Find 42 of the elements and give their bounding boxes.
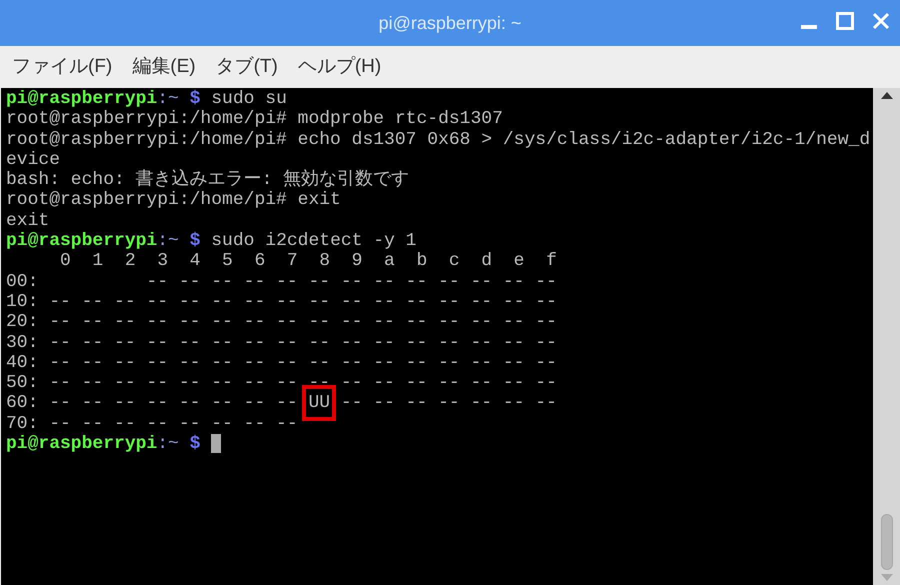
- menu-item[interactable]: ファイル(F): [12, 52, 112, 82]
- prompt-text: $: [188, 231, 200, 252]
- terminal-text: 60: -- -- -- -- -- -- -- --: [6, 393, 299, 414]
- menu-item[interactable]: 編集(E): [132, 52, 196, 82]
- text-cursor: [211, 434, 222, 454]
- menu-item[interactable]: タブ(T): [216, 52, 278, 82]
- scrollbar-thumb[interactable]: [880, 514, 892, 570]
- window-title: pi@raspberrypi: ~: [378, 12, 522, 35]
- terminal-text: 70: -- -- -- -- -- -- -- --: [6, 414, 298, 434]
- terminal-text: 0 1 2 3 4 5 6 7 8 9 a b c d e f: [59, 251, 557, 272]
- terminal-text: bash: echo: 書き込みエラー: 無効な引数です: [6, 170, 410, 190]
- terminal-text: root@raspberrypi:/home/pi# echo ds1307 0x68 > /sys/class/i2c-adapter/i2c-1/new_d: [6, 130, 870, 150]
- terminal-text: 10: -- -- -- -- -- -- -- -- -- -- -- -- -- -- -- --: [6, 292, 557, 312]
- maximize-button[interactable]: [834, 10, 856, 32]
- scroll-up-icon: [880, 91, 892, 99]
- terminal-text: sudo i2cdetect -y 1: [210, 231, 416, 252]
- terminal-text: 50: -- -- -- -- -- -- -- -- -- -- -- -- -- -- -- --: [6, 373, 557, 394]
- prompt-text: :~: [157, 89, 179, 109]
- prompt-text: :~: [157, 434, 179, 454]
- terminal-text: sudo su: [210, 89, 287, 109]
- prompt-text: $: [188, 89, 200, 109]
- terminal-text: evice: [6, 150, 60, 170]
- terminal-text: root@raspberrypi:/home/pi# exit: [6, 190, 341, 210]
- prompt-text: $: [188, 434, 202, 454]
- terminal-text: 00: -- -- -- -- -- -- -- -- -- -- -- -- --: [6, 272, 557, 292]
- prompt-text: pi@raspberrypi: [6, 89, 158, 109]
- close-icon: [872, 12, 890, 30]
- terminal-text: 40: -- -- -- -- -- -- -- -- -- -- -- -- -- -- -- --: [6, 352, 557, 373]
- minimize-icon: [801, 25, 817, 29]
- close-button[interactable]: [870, 10, 892, 32]
- scroll-down-icon: [880, 574, 892, 582]
- scrollbar[interactable]: [873, 88, 900, 585]
- menu-item[interactable]: ヘルプ(H): [298, 52, 382, 82]
- prompt-text: pi@raspberrypi: [6, 434, 158, 454]
- maximize-icon: [836, 12, 854, 30]
- terminal-text: 20: -- -- -- -- -- -- -- -- -- -- -- -- -- -- -- --: [6, 312, 557, 332]
- terminal-text: exit: [6, 210, 50, 231]
- terminal-text: 30: -- -- -- -- -- -- -- -- -- -- -- -- -- -- -- --: [6, 332, 557, 353]
- terminal-text: -- -- -- -- -- -- --: [340, 393, 557, 414]
- terminal-text: root@raspberrypi:/home/pi# modprobe rtc-ds1307: [6, 109, 503, 130]
- prompt-text: pi@raspberrypi: [6, 231, 158, 252]
- prompt-text: :~: [157, 231, 179, 252]
